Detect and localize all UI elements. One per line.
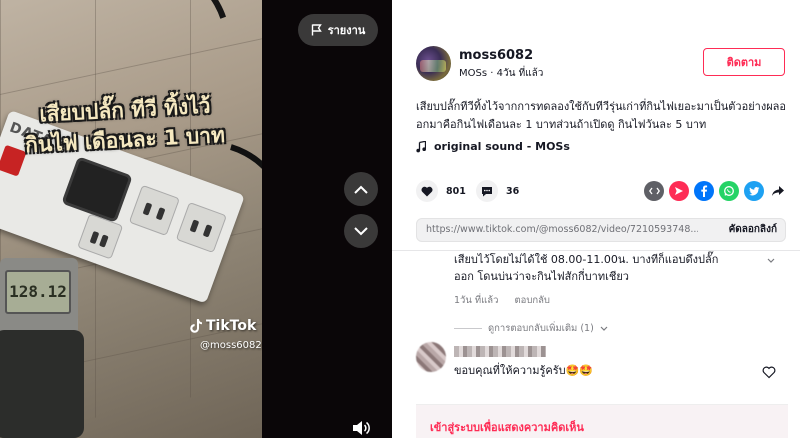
view-more-replies[interactable]: ดูการตอบกลับเพิ่มเติม (1) (454, 321, 608, 336)
send-to-friends-button[interactable] (669, 181, 689, 201)
report-button[interactable]: รายงาน (298, 14, 378, 46)
comment-button[interactable]: 36 (476, 180, 519, 202)
comment-icon (482, 186, 492, 196)
music-title: original sound - MOSs (434, 140, 570, 153)
video-caption: เสียบปลั๊กทีวีทิ้งไว้จากการทดลองใช้กับที… (416, 100, 786, 131)
divider-line (454, 328, 482, 329)
volume-button[interactable] (348, 418, 374, 438)
heart-icon (421, 186, 433, 196)
tiktok-watermark-handle: @moss6082 (200, 340, 262, 351)
reply-button[interactable]: ตอบกลับ (514, 293, 550, 308)
chevron-down-icon (600, 326, 608, 331)
power-meter-reading: 128.12 (5, 270, 71, 314)
next-video-button[interactable] (344, 214, 378, 248)
video-link-url[interactable]: https://www.tiktok.com/@moss6082/video/7… (426, 219, 698, 241)
login-to-comment-label[interactable]: เข้าสู่ระบบเพื่อแสดงความคิดเห็น (430, 418, 584, 436)
action-bar: 801 36 (416, 180, 786, 204)
meter-plug (0, 330, 84, 438)
plug (61, 156, 133, 223)
flag-icon (311, 24, 322, 36)
author-nickname: MOSs (459, 68, 488, 79)
embed-button[interactable] (644, 181, 664, 201)
share-twitter-button[interactable] (744, 181, 764, 201)
follow-button[interactable]: ติดตาม (703, 48, 785, 76)
author-subline: MOSs · 4วัน ที่แล้ว (459, 66, 543, 81)
send-icon (675, 187, 683, 195)
whatsapp-icon (724, 186, 734, 196)
author-row: moss6082 MOSs · 4วัน ที่แล้ว ติดตาม (416, 46, 786, 82)
comment-text-line: ออก โดนบ่นว่าจะกินไฟสักกี่บาทเชียว (454, 270, 629, 283)
share-facebook-button[interactable] (694, 181, 714, 201)
separator-dot: · (490, 68, 494, 79)
author-avatar[interactable] (416, 46, 451, 81)
volume-icon (353, 421, 370, 435)
login-to-comment-bar[interactable]: เข้าสู่ระบบเพื่อแสดงความคิดเห็น (416, 404, 788, 438)
music-link[interactable]: original sound - MOSs (416, 140, 570, 153)
video-frame: DATA 128.12 เสียบปลั๊ก ทีวี ทิ้งไว้ กินไ… (0, 0, 262, 438)
heart-outline-icon[interactable] (762, 365, 776, 379)
post-time: 4วัน ที่แล้ว (496, 68, 544, 79)
music-note-icon (416, 140, 426, 152)
socket (77, 213, 124, 260)
socket (175, 201, 227, 254)
comment-menu-icon[interactable] (764, 254, 778, 268)
more-replies-label: ดูการตอบกลับเพิ่มเติม (1) (488, 323, 594, 334)
comment-text-line: เสียบไว้โดยไม่ได้ใช้ 08.00-11.00น. บางที… (454, 253, 719, 266)
tiktok-watermark: TikTok (190, 318, 256, 334)
comment-list[interactable]: เสียบไว้โดยไม่ได้ใช้ 08.00-11.00น. บางที… (392, 250, 800, 400)
copy-link-button[interactable]: คัดลอกลิงก์ (729, 219, 777, 241)
tiktok-watermark-brand: TikTok (206, 318, 257, 334)
like-count: 801 (446, 185, 466, 197)
comment-time: 1วัน ที่แล้ว (454, 295, 499, 306)
author-username[interactable]: moss6082 (459, 48, 533, 63)
like-button[interactable]: 801 (416, 180, 466, 202)
comment-button-circle (476, 180, 498, 202)
socket (128, 184, 180, 237)
comment-meta: 1วัน ที่แล้ว ตอบกลับ (454, 293, 550, 308)
embed-icon (648, 187, 660, 195)
comment-count: 36 (506, 185, 520, 197)
video-player[interactable]: DATA 128.12 เสียบปลั๊ก ทีวี ทิ้งไว้ กินไ… (0, 0, 392, 438)
chevron-down-icon (354, 226, 368, 235)
share-arrow-icon (772, 186, 784, 196)
commenter-name-blurred[interactable] (454, 346, 546, 357)
previous-video-button[interactable] (344, 172, 378, 206)
comment-text: ขอบคุณที่ให้ความรู้ครับ🤩🤩 (454, 364, 594, 377)
share-whatsapp-button[interactable] (719, 181, 739, 201)
chevron-up-icon (354, 185, 368, 194)
report-label: รายงาน (327, 24, 366, 37)
commenter-avatar[interactable] (416, 342, 446, 372)
facebook-icon (701, 185, 708, 197)
video-info-panel: moss6082 MOSs · 4วัน ที่แล้ว ติดตาม เสีย… (392, 0, 800, 438)
comment-text: เสียบไว้โดยไม่ได้ใช้ 08.00-11.00น. บางที… (454, 251, 754, 285)
twitter-icon (748, 186, 759, 195)
video-link-box: https://www.tiktok.com/@moss6082/video/7… (416, 218, 786, 242)
tiktok-logo-icon (190, 319, 202, 333)
more-share-button[interactable] (768, 181, 788, 201)
like-button-circle (416, 180, 438, 202)
